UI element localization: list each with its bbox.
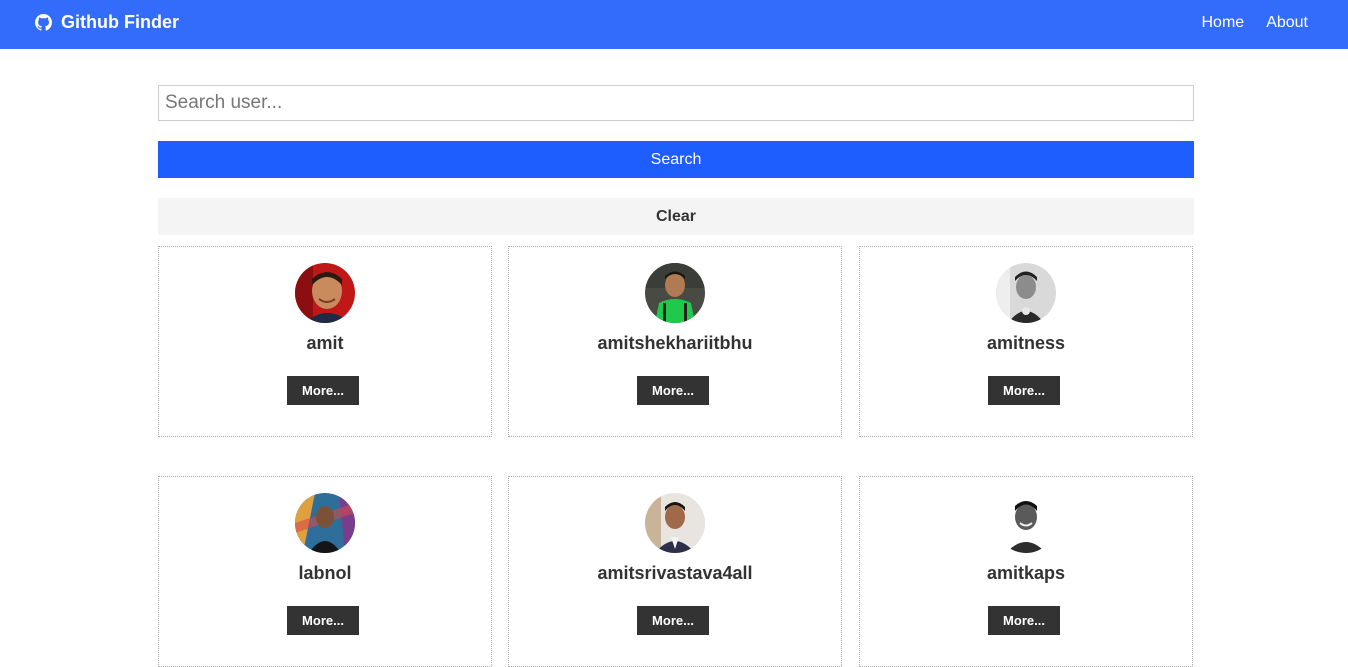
- nav-about-link[interactable]: About: [1266, 14, 1308, 32]
- brand[interactable]: Github Finder: [35, 0, 179, 45]
- avatar: [645, 493, 705, 553]
- search-input[interactable]: [158, 85, 1194, 121]
- more-button[interactable]: More...: [637, 376, 709, 405]
- avatar: [996, 263, 1056, 323]
- more-button[interactable]: More...: [287, 376, 359, 405]
- username: amitness: [986, 333, 1066, 353]
- username: amitsrivastava4all: [597, 563, 753, 583]
- user-card: amitness More...: [859, 246, 1193, 437]
- brand-title: Github Finder: [61, 12, 179, 32]
- user-card: amitsrivastava4all More...: [508, 476, 842, 667]
- user-card: amitshekhariitbhu More...: [508, 246, 842, 437]
- username: amit: [306, 333, 344, 353]
- search-button[interactable]: Search: [158, 141, 1194, 178]
- user-card: amitkaps More...: [859, 476, 1193, 667]
- more-button[interactable]: More...: [287, 606, 359, 635]
- avatar: [645, 263, 705, 323]
- username: amitshekhariitbhu: [597, 333, 753, 353]
- clear-button[interactable]: Clear: [158, 198, 1194, 235]
- avatar: [996, 493, 1056, 553]
- user-card: amit More...: [158, 246, 492, 437]
- more-button[interactable]: More...: [988, 376, 1060, 405]
- navbar: Github Finder Home About: [0, 0, 1348, 49]
- search-form: Search Clear: [158, 85, 1194, 235]
- user-card: labnol More...: [158, 476, 492, 667]
- nav-home-link[interactable]: Home: [1202, 14, 1245, 32]
- avatar: [295, 493, 355, 553]
- nav-links: Home About: [1202, 0, 1309, 46]
- username: amitkaps: [986, 563, 1066, 583]
- github-icon: [35, 14, 52, 31]
- more-button[interactable]: More...: [637, 606, 709, 635]
- username: labnol: [298, 563, 352, 583]
- avatar: [295, 263, 355, 323]
- more-button[interactable]: More...: [988, 606, 1060, 635]
